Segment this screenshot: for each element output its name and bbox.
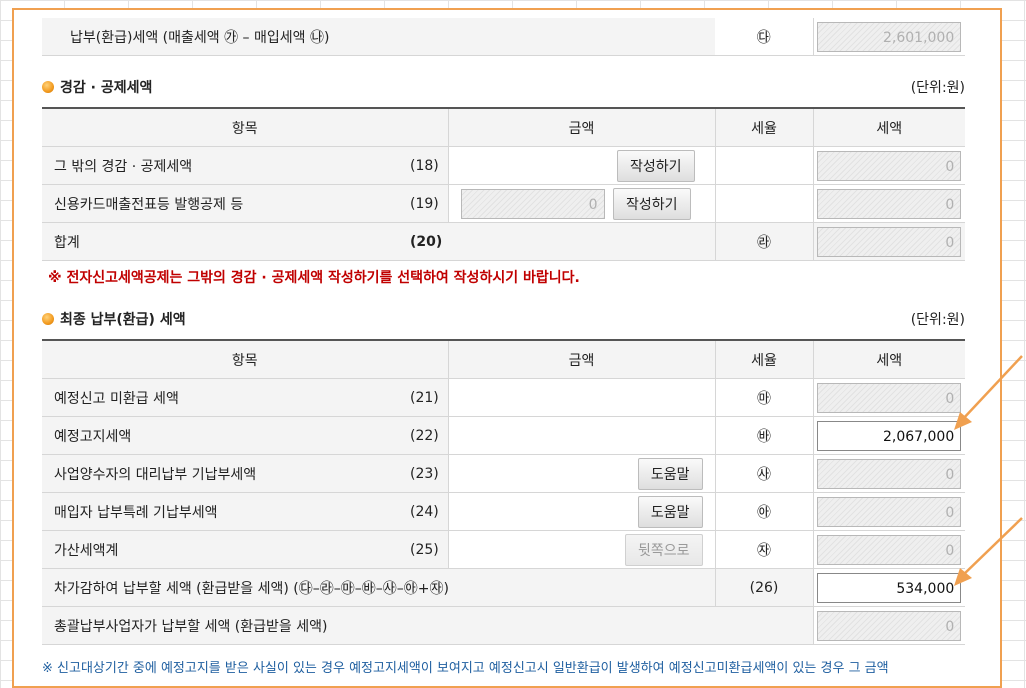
col-header-amount: 금액	[448, 108, 716, 147]
row-number: (25)	[400, 530, 449, 569]
row-number: (18)	[400, 146, 449, 185]
col-header-amount: 금액	[448, 340, 716, 379]
row-number: (24)	[400, 492, 449, 531]
section2-unit: (단위:원)	[910, 312, 965, 328]
write-button[interactable]: 작성하기	[612, 187, 691, 220]
notice-text: ※ 전자신고세액공제는 그밖의 경감 · 공제세액 작성하기를 선택하여 작성하…	[48, 270, 580, 286]
help-button[interactable]: 도움말	[637, 457, 703, 490]
go-to-back-page-button[interactable]: 뒷쪽으로	[624, 533, 703, 566]
table-row: 총괄납부사업자가 납부할 세액 (환급받을 세액) 0	[42, 606, 966, 645]
annotation-arrow-icon	[954, 517, 1023, 586]
help-button[interactable]: 도움말	[637, 495, 703, 528]
footnote-text: ※ 신고대상기간 중에 예정고지를 받은 사실이 있는 경우 예정고지세액이 보…	[42, 661, 889, 676]
row-label: 그 밖의 경감 · 공제세액	[42, 146, 400, 185]
row-label: 예정고지세액	[42, 416, 400, 455]
annotation-arrow-icon	[954, 355, 1023, 430]
table-header: 항목 금액 세율 세액	[42, 108, 966, 147]
table-row: 가산세액계 (25) 뒷쪽으로 ㉶ 0	[42, 530, 966, 569]
top-row-table: 납부(환급)세액 (매출세액 ㉮ – 매입세액 ㉯) ㉰ 2,601,000	[42, 18, 965, 56]
table-row: 예정고지세액 (22) ㉳ 2,067,000	[42, 416, 966, 455]
row-label: 가산세액계	[42, 530, 400, 569]
row-mark: ㉶	[715, 530, 814, 569]
col-header-rate: 세율	[715, 108, 814, 147]
bullet-icon	[42, 81, 54, 93]
row-label: 사업양수자의 대리납부 기납부세액	[42, 454, 400, 493]
row-number: (19)	[400, 184, 449, 223]
section1-unit: (단위:원)	[910, 80, 965, 96]
section1-title-wrap: 경감 · 공제세액	[42, 76, 152, 100]
table-row: 매입자 납부특례 기납부세액 (24) 도움말 ㉵ 0	[42, 492, 966, 531]
tax-value-field: 0	[817, 188, 962, 219]
table-row: 납부(환급)세액 (매출세액 ㉮ – 매입세액 ㉯) ㉰ 2,601,000	[42, 18, 965, 56]
top-row-value-field: 2,601,000	[817, 21, 962, 52]
tax-value-field: 0	[817, 150, 962, 181]
col-header-item: 항목	[42, 108, 449, 147]
row-label: 신용카드매출전표등 발행공제 등	[42, 184, 400, 223]
row-number: (23)	[400, 454, 449, 493]
table-row: 예정신고 미환급 세액 (21) ㉲ 0	[42, 378, 966, 417]
write-button[interactable]: 작성하기	[616, 149, 695, 182]
row-mark: ㉴	[715, 454, 814, 493]
row-mark: ㉱	[715, 222, 814, 261]
row-mark: ㉲	[715, 378, 814, 417]
amount-field: 0	[460, 188, 605, 219]
tax-value-field: 0	[817, 458, 962, 489]
row-label: 차가감하여 납부할 세액 (환급받을 세액) (㉰–㉱–㉲–㉳–㉴–㉵+㉶)	[42, 568, 716, 607]
table-header: 항목 금액 세율 세액	[42, 340, 966, 379]
col-header-rate: 세율	[715, 340, 814, 379]
section2-title: 최종 납부(환급) 세액	[60, 312, 186, 328]
tax-value-field: 0	[817, 226, 962, 257]
tax-value-field: 0	[817, 610, 962, 641]
table-row: 신용카드매출전표등 발행공제 등 (19) 0 작성하기 0	[42, 184, 966, 223]
row-number: (22)	[400, 416, 449, 455]
section1-title: 경감 · 공제세액	[60, 80, 153, 96]
section2-title-wrap: 최종 납부(환급) 세액	[42, 308, 186, 332]
table-row: 사업양수자의 대리납부 기납부세액 (23) 도움말 ㉴ 0	[42, 454, 966, 493]
row-number: (20)	[400, 222, 449, 261]
row-mark: ㉳	[715, 416, 814, 455]
table-row: 합계 (20) ㉱ 0	[42, 222, 966, 261]
top-row-label: 납부(환급)세액 (매출세액 ㉮ – 매입세액 ㉯)	[42, 18, 715, 56]
form-panel: 납부(환급)세액 (매출세액 ㉮ – 매입세액 ㉯) ㉰ 2,601,000 경…	[12, 8, 1002, 688]
row-label: 총괄납부사업자가 납부할 세액 (환급받을 세액)	[42, 606, 814, 645]
row-label: 매입자 납부특례 기납부세액	[42, 492, 400, 531]
table-row: 그 밖의 경감 · 공제세액 (18) 작성하기 0	[42, 146, 966, 185]
row-mark: ㉵	[715, 492, 814, 531]
row-label: 예정신고 미환급 세액	[42, 378, 400, 417]
col-header-item: 항목	[42, 340, 449, 379]
col-header-tax: 세액	[813, 108, 966, 147]
section1-table: 항목 금액 세율 세액 그 밖의 경감 · 공제세액 (18) 작성하기 0 신…	[42, 107, 966, 261]
bullet-icon	[42, 313, 54, 325]
row-number: (26)	[715, 568, 814, 607]
row-number: (21)	[400, 378, 449, 417]
row-label: 합계	[42, 222, 400, 261]
table-row: 차가감하여 납부할 세액 (환급받을 세액) (㉰–㉱–㉲–㉳–㉴–㉵+㉶) (…	[42, 568, 966, 607]
top-row-mark: ㉰	[715, 18, 814, 56]
section2-table: 항목 금액 세율 세액 예정신고 미환급 세액 (21) ㉲ 0 예정고지세액 …	[42, 339, 966, 645]
